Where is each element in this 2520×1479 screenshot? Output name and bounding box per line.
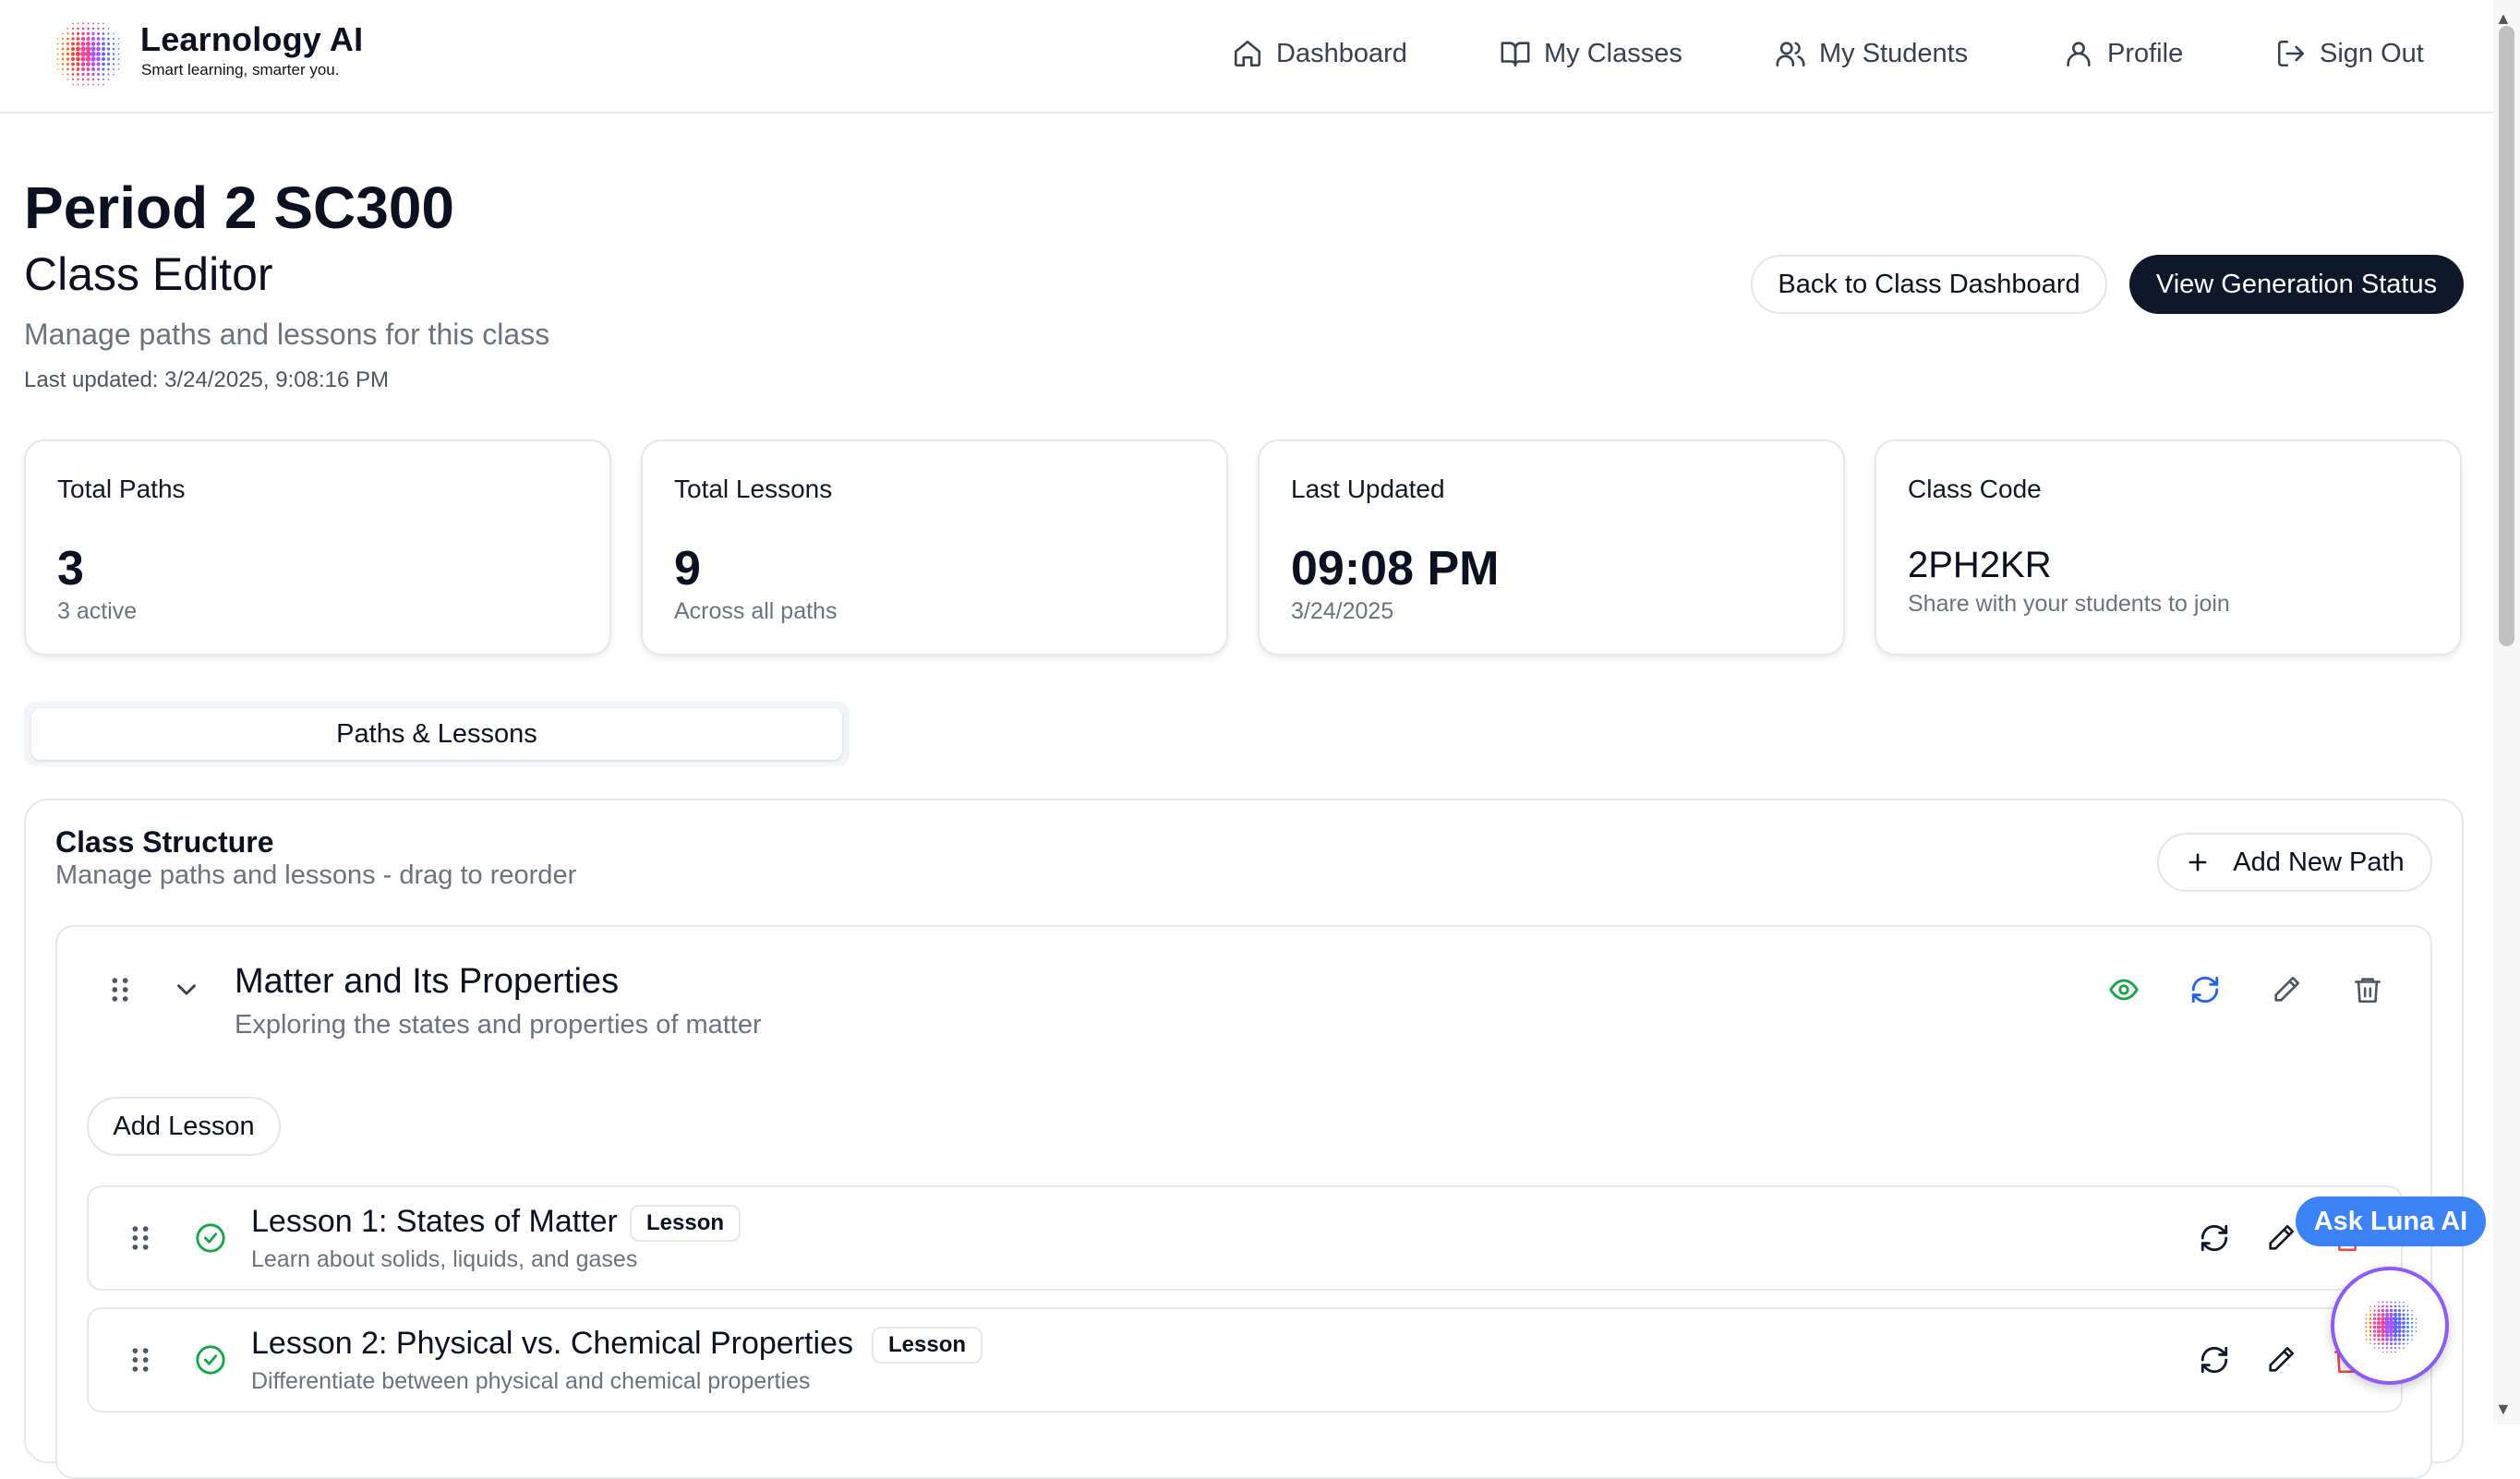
lesson-drag-handle[interactable] bbox=[118, 1216, 163, 1260]
lesson-complete-status bbox=[188, 1216, 233, 1260]
stat-value: 9 bbox=[674, 542, 701, 595]
lesson-description: Differentiate between physical and chemi… bbox=[251, 1368, 811, 1394]
refresh-icon bbox=[2200, 1224, 2228, 1252]
learnology-logo-icon[interactable] bbox=[46, 15, 129, 92]
stat-card-class-code: Class Code 2PH2KR Share with your studen… bbox=[1875, 439, 2462, 655]
stat-subtext: Across all paths bbox=[674, 598, 838, 624]
stat-label: Total Lessons bbox=[674, 475, 833, 503]
lesson-title[interactable]: Lesson 2: Physical vs. Chemical Properti… bbox=[251, 1326, 853, 1362]
regenerate-lesson-button[interactable] bbox=[2192, 1216, 2237, 1260]
stat-card-last-updated: Last Updated 09:08 PM 3/24/2025 bbox=[1258, 439, 1845, 655]
log-out-icon bbox=[2277, 40, 2305, 67]
luna-ai-orb-button[interactable] bbox=[2331, 1267, 2449, 1385]
grip-vertical-icon bbox=[112, 978, 128, 1002]
path-title: Matter and Its Properties bbox=[235, 962, 620, 1001]
stat-subtext: Share with your students to join bbox=[1908, 591, 2230, 617]
add-new-path-label: Add New Path bbox=[2233, 847, 2405, 877]
stat-value: 3 bbox=[57, 542, 84, 595]
eye-icon bbox=[2109, 979, 2139, 1001]
edit-lesson-button[interactable] bbox=[2259, 1338, 2303, 1382]
lesson-drag-handle[interactable] bbox=[118, 1338, 163, 1382]
nav-my-classes-label: My Classes bbox=[1544, 38, 1682, 68]
stat-card-total-paths: Total Paths 3 3 active bbox=[24, 439, 611, 655]
refresh-icon bbox=[2200, 1346, 2228, 1374]
nav-my-students[interactable]: My Students bbox=[1775, 33, 1968, 74]
stat-label: Total Paths bbox=[57, 475, 186, 503]
plus-icon bbox=[2188, 853, 2207, 872]
check-circle-icon bbox=[196, 1345, 225, 1375]
class-structure-subtitle: Manage paths and lessons - drag to reord… bbox=[55, 860, 577, 890]
add-lesson-button[interactable]: Add Lesson bbox=[87, 1097, 281, 1156]
users-icon bbox=[1776, 42, 1805, 67]
chevron-down-icon bbox=[177, 984, 196, 995]
regenerate-path-button[interactable] bbox=[2183, 968, 2227, 1012]
regenerate-lesson-button[interactable] bbox=[2192, 1338, 2237, 1382]
pencil-icon bbox=[2269, 1224, 2295, 1250]
page-subtitle: Class Editor bbox=[24, 248, 273, 300]
brand-tagline: Smart learning, smarter you. bbox=[141, 61, 340, 78]
stat-subtext: 3/24/2025 bbox=[1291, 598, 1394, 624]
nav-dashboard[interactable]: Dashboard bbox=[1232, 33, 1407, 74]
class-code-value: 2PH2KR bbox=[1908, 545, 2052, 585]
user-icon bbox=[2067, 42, 2091, 67]
collapse-path-button[interactable] bbox=[164, 968, 209, 1012]
delete-path-button[interactable] bbox=[2345, 968, 2390, 1012]
brand-name[interactable]: Learnology AI bbox=[140, 20, 363, 59]
lesson-type-badge: Lesson bbox=[872, 1327, 983, 1364]
book-open-icon bbox=[1501, 42, 1530, 67]
back-to-class-dashboard-button[interactable]: Back to Class Dashboard bbox=[1751, 255, 2107, 314]
nav-my-classes[interactable]: My Classes bbox=[1500, 33, 1682, 74]
add-new-path-button[interactable]: Add New Path bbox=[2157, 833, 2432, 892]
pencil-icon bbox=[2269, 1346, 2295, 1372]
grip-vertical-icon bbox=[132, 1348, 149, 1372]
stat-card-total-lessons: Total Lessons 9 Across all paths bbox=[641, 439, 1228, 655]
nav-dashboard-label: Dashboard bbox=[1276, 38, 1407, 68]
visibility-toggle-button[interactable] bbox=[2102, 968, 2146, 1012]
home-icon bbox=[1234, 40, 1261, 67]
tab-list: Paths & Lessons bbox=[24, 702, 850, 766]
last-updated-text: Last updated: 3/24/2025, 9:08:16 PM bbox=[24, 367, 389, 392]
lesson-type-badge: Lesson bbox=[630, 1205, 742, 1242]
lesson-title[interactable]: Lesson 1: States of Matter bbox=[251, 1204, 618, 1240]
check-circle-icon bbox=[196, 1223, 225, 1253]
ask-luna-ai-button[interactable]: Ask Luna AI bbox=[2296, 1196, 2486, 1246]
nav-sign-out[interactable]: Sign Out bbox=[2275, 33, 2424, 74]
page-title: Period 2 SC300 bbox=[24, 174, 454, 241]
lesson-complete-status bbox=[188, 1338, 233, 1382]
class-structure-title: Class Structure bbox=[55, 825, 274, 859]
scroll-up-arrow-icon[interactable]: ▲ bbox=[2495, 9, 2512, 29]
stat-label: Class Code bbox=[1908, 475, 2042, 503]
stat-subtext: 3 active bbox=[57, 598, 138, 624]
path-description: Exploring the states and properties of m… bbox=[235, 1010, 762, 1040]
drag-handle-icon[interactable] bbox=[98, 968, 142, 1012]
nav-profile[interactable]: Profile bbox=[2063, 33, 2183, 74]
trash-icon bbox=[2354, 978, 2381, 1004]
view-generation-status-button[interactable]: View Generation Status bbox=[2129, 255, 2464, 314]
top-nav-bar: Learnology AI Smart learning, smarter yo… bbox=[0, 0, 2493, 114]
refresh-icon bbox=[2191, 976, 2219, 1004]
nav-sign-out-label: Sign Out bbox=[2320, 38, 2424, 68]
stat-label: Last Updated bbox=[1291, 475, 1445, 503]
scroll-down-arrow-icon[interactable]: ▼ bbox=[2495, 1400, 2512, 1419]
stat-value: 09:08 PM bbox=[1291, 542, 1500, 595]
grip-vertical-icon bbox=[132, 1226, 149, 1250]
pencil-icon bbox=[2274, 976, 2300, 1002]
luna-orb-icon bbox=[2365, 1301, 2418, 1353]
edit-path-button[interactable] bbox=[2264, 968, 2309, 1012]
page-description: Manage paths and lessons for this class bbox=[24, 318, 550, 351]
nav-my-students-label: My Students bbox=[1819, 38, 1969, 68]
lesson-description: Learn about solids, liquids, and gases bbox=[251, 1246, 638, 1272]
scrollbar-thumb[interactable] bbox=[2499, 26, 2514, 646]
tab-paths-and-lessons[interactable]: Paths & Lessons bbox=[31, 708, 842, 760]
nav-profile-label: Profile bbox=[2107, 38, 2184, 68]
